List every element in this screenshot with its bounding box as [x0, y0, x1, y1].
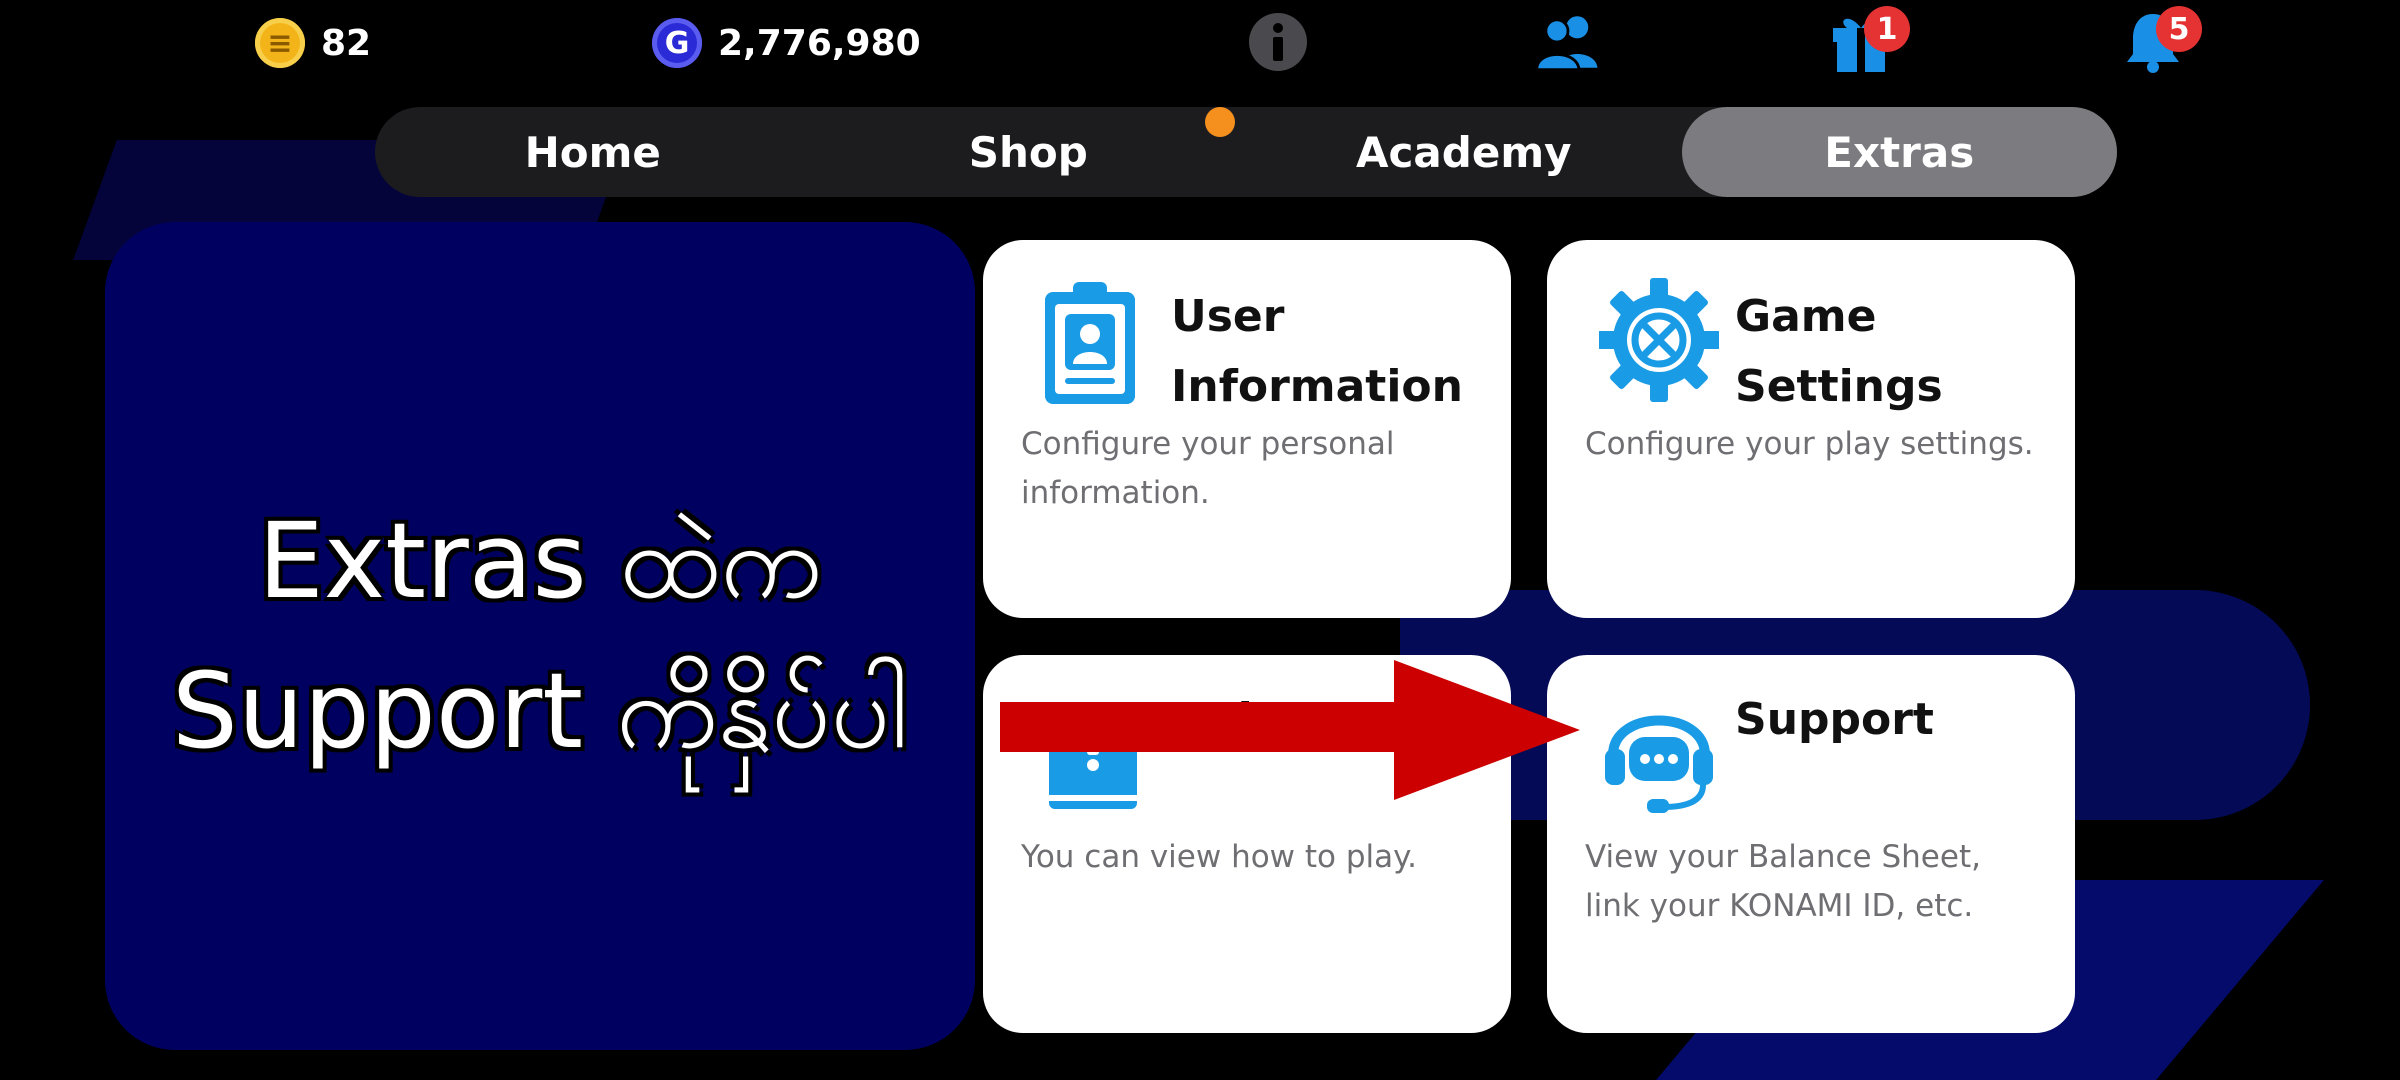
gift-button[interactable]: 1 [1826, 6, 1910, 72]
instruction-line-1: Extras ထဲက [257, 500, 823, 622]
card-title: Support [1735, 694, 1934, 745]
coin-counter: ≡ 82 [255, 18, 371, 68]
g-coin-icon: G [652, 18, 702, 68]
coin-value: 82 [321, 22, 372, 64]
notification-dot [1205, 107, 1235, 137]
g-value: 2,776,980 [718, 22, 921, 64]
card-description: Configure your play settings. [1585, 426, 2034, 462]
coin-icon: ≡ [255, 18, 305, 68]
gift-badge: 1 [1864, 6, 1910, 52]
headset-icon [1605, 715, 1713, 813]
card-description: Configure your personal information. [1021, 426, 1395, 511]
notifications-button[interactable]: 5 [2118, 6, 2202, 73]
support-card[interactable]: Support View your Balance Sheet, link yo… [1547, 655, 2075, 1033]
clipboard-user-icon [1045, 282, 1135, 404]
user-information-card[interactable]: User Information Configure your personal… [983, 240, 1511, 618]
card-description: View your Balance Sheet, link your KONAM… [1585, 839, 1981, 924]
card-description: You can view how to play. [1021, 839, 1417, 875]
instruction-panel: Extras ထဲက Support ကိုနှိပ်ပါ [105, 222, 975, 1050]
gear-icon [1599, 278, 1719, 402]
tab-shop[interactable]: Shop [811, 107, 1247, 197]
arrow-right-icon [1000, 660, 1580, 800]
main-tab-bar: Home Shop Academy Extras [375, 107, 2117, 197]
game-settings-card[interactable]: Game Settings Configure your play settin… [1547, 240, 2075, 618]
tab-extras[interactable]: Extras [1681, 107, 2117, 197]
tab-academy[interactable]: Academy [1246, 107, 1682, 197]
bell-badge: 5 [2156, 6, 2202, 52]
instruction-line-2: Support ကိုနှိပ်ပါ [171, 650, 909, 772]
friends-icon [1535, 16, 1598, 72]
friends-button[interactable] [1533, 12, 1603, 72]
g-counter: G 2,776,980 [652, 18, 921, 68]
tab-home[interactable]: Home [375, 107, 811, 197]
card-title: Game Settings [1735, 291, 1943, 412]
info-icon [1249, 13, 1307, 71]
info-button[interactable] [1243, 12, 1313, 72]
card-title: User Information [1171, 291, 1463, 412]
